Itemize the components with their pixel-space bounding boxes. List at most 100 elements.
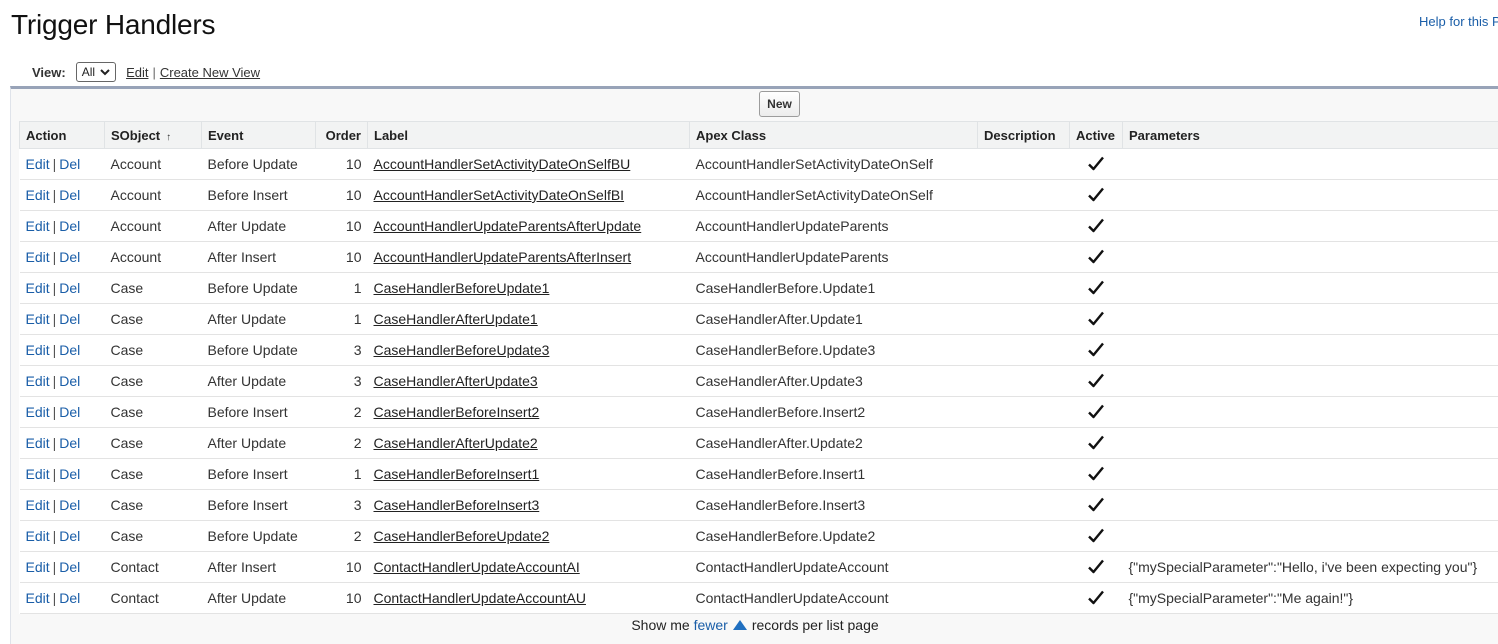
delete-link[interactable]: Del: [59, 559, 80, 575]
delete-link[interactable]: Del: [59, 497, 80, 513]
delete-link[interactable]: Del: [59, 280, 80, 296]
cell-description: [978, 149, 1070, 180]
column-header-apex-class[interactable]: Apex Class: [690, 122, 978, 149]
cell-description: [978, 242, 1070, 273]
cell-parameters: [1123, 304, 1498, 335]
action-separator: |: [53, 497, 57, 513]
edit-link[interactable]: Edit: [26, 435, 50, 451]
delete-link[interactable]: Del: [59, 249, 80, 265]
cell-event: After Update: [202, 366, 316, 397]
column-header-active[interactable]: Active: [1070, 122, 1123, 149]
column-header-description[interactable]: Description: [978, 122, 1070, 149]
cell-event: After Insert: [202, 552, 316, 583]
cell-apex-class: AccountHandlerSetActivityDateOnSelf: [690, 180, 978, 211]
column-header-sobject[interactable]: SObject↑: [105, 122, 202, 149]
column-header-label[interactable]: Label: [368, 122, 690, 149]
cell-order: 10: [316, 242, 368, 273]
edit-link[interactable]: Edit: [26, 218, 50, 234]
delete-link[interactable]: Del: [59, 187, 80, 203]
record-label-link[interactable]: CaseHandlerBeforeInsert2: [374, 404, 540, 420]
delete-link[interactable]: Del: [59, 590, 80, 606]
record-label-link[interactable]: AccountHandlerUpdateParentsAfterUpdate: [374, 218, 642, 234]
checkmark-icon: [1087, 279, 1105, 297]
edit-link[interactable]: Edit: [26, 311, 50, 327]
record-label-link[interactable]: CaseHandlerBeforeUpdate2: [374, 528, 550, 544]
cell-order: 10: [316, 552, 368, 583]
cell-sobject: Account: [105, 149, 202, 180]
record-label-link[interactable]: CaseHandlerAfterUpdate3: [374, 373, 538, 389]
view-select[interactable]: All: [76, 62, 116, 82]
delete-link[interactable]: Del: [59, 156, 80, 172]
new-button[interactable]: New: [759, 91, 800, 117]
delete-link[interactable]: Del: [59, 435, 80, 451]
edit-view-link[interactable]: Edit: [126, 65, 148, 80]
cell-parameters: [1123, 180, 1498, 211]
edit-link[interactable]: Edit: [26, 342, 50, 358]
delete-link[interactable]: Del: [59, 311, 80, 327]
delete-link[interactable]: Del: [59, 466, 80, 482]
checkmark-icon: [1087, 434, 1105, 452]
column-header-order[interactable]: Order: [316, 122, 368, 149]
view-link-separator: |: [152, 65, 155, 80]
record-label-link[interactable]: CaseHandlerBeforeUpdate1: [374, 280, 550, 296]
action-separator: |: [53, 559, 57, 575]
action-separator: |: [53, 404, 57, 420]
cell-sobject: Account: [105, 211, 202, 242]
edit-link[interactable]: Edit: [26, 404, 50, 420]
show-fewer-link[interactable]: fewer: [694, 617, 728, 633]
table-row: Edit|DelAccountAfter Update10AccountHand…: [20, 211, 1498, 242]
edit-link[interactable]: Edit: [26, 156, 50, 172]
cell-sobject: Case: [105, 273, 202, 304]
record-label-link[interactable]: AccountHandlerSetActivityDateOnSelfBI: [374, 187, 625, 203]
record-label-link[interactable]: CaseHandlerAfterUpdate2: [374, 435, 538, 451]
column-header-event[interactable]: Event: [202, 122, 316, 149]
edit-link[interactable]: Edit: [26, 497, 50, 513]
cell-event: Before Update: [202, 149, 316, 180]
row-actions: Edit|Del: [20, 428, 105, 459]
edit-link[interactable]: Edit: [26, 249, 50, 265]
edit-link[interactable]: Edit: [26, 528, 50, 544]
record-label-link[interactable]: CaseHandlerAfterUpdate1: [374, 311, 538, 327]
cell-active: [1070, 211, 1123, 242]
cell-description: [978, 397, 1070, 428]
delete-link[interactable]: Del: [59, 373, 80, 389]
triangle-up-icon[interactable]: [732, 619, 748, 631]
record-label-link[interactable]: CaseHandlerBeforeInsert1: [374, 466, 540, 482]
edit-link[interactable]: Edit: [26, 373, 50, 389]
cell-active: [1070, 521, 1123, 552]
cell-event: After Update: [202, 304, 316, 335]
edit-link[interactable]: Edit: [26, 590, 50, 606]
cell-sobject: Case: [105, 397, 202, 428]
view-label: View:: [32, 65, 66, 80]
record-label-link[interactable]: AccountHandlerSetActivityDateOnSelfBU: [374, 156, 631, 172]
row-actions: Edit|Del: [20, 366, 105, 397]
cell-active: [1070, 552, 1123, 583]
edit-link[interactable]: Edit: [26, 280, 50, 296]
cell-parameters: [1123, 242, 1498, 273]
row-actions: Edit|Del: [20, 180, 105, 211]
cell-sobject: Account: [105, 180, 202, 211]
table-row: Edit|DelContactAfter Insert10ContactHand…: [20, 552, 1498, 583]
record-label-link[interactable]: ContactHandlerUpdateAccountAU: [374, 590, 586, 606]
delete-link[interactable]: Del: [59, 218, 80, 234]
action-separator: |: [53, 342, 57, 358]
record-label-link[interactable]: ContactHandlerUpdateAccountAI: [374, 559, 580, 575]
cell-apex-class: AccountHandlerUpdateParents: [690, 242, 978, 273]
cell-sobject: Account: [105, 242, 202, 273]
help-link[interactable]: Help for this Page: [1419, 14, 1498, 29]
cell-order: 3: [316, 366, 368, 397]
edit-link[interactable]: Edit: [26, 466, 50, 482]
delete-link[interactable]: Del: [59, 404, 80, 420]
create-new-view-link[interactable]: Create New View: [160, 65, 260, 80]
record-label-link[interactable]: CaseHandlerBeforeUpdate3: [374, 342, 550, 358]
column-header-parameters[interactable]: Parameters: [1123, 122, 1498, 149]
cell-apex-class: CaseHandlerAfter.Update2: [690, 428, 978, 459]
delete-link[interactable]: Del: [59, 528, 80, 544]
cell-sobject: Case: [105, 490, 202, 521]
record-label-link[interactable]: AccountHandlerUpdateParentsAfterInsert: [374, 249, 632, 265]
edit-link[interactable]: Edit: [26, 559, 50, 575]
record-label-link[interactable]: CaseHandlerBeforeInsert3: [374, 497, 540, 513]
delete-link[interactable]: Del: [59, 342, 80, 358]
sort-ascending-icon: ↑: [166, 132, 171, 143]
edit-link[interactable]: Edit: [26, 187, 50, 203]
